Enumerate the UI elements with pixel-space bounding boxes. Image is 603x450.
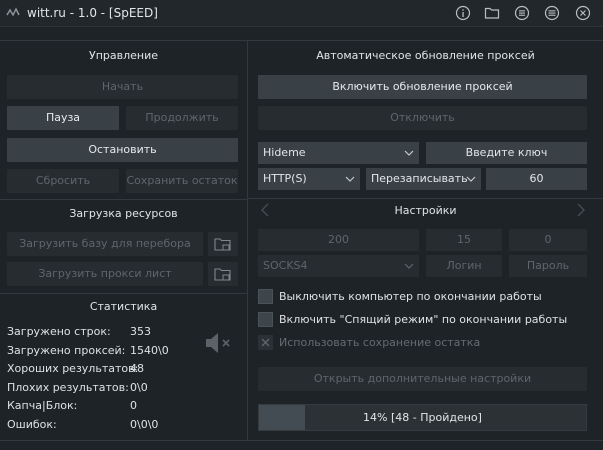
login-field[interactable]: Логин xyxy=(426,255,502,277)
proxy-type-value: HTTP(S) xyxy=(263,172,307,185)
stat-label: Плохих результатов: xyxy=(7,381,129,394)
shutdown-option[interactable]: Выключить компьютер по окончании работы xyxy=(258,288,578,306)
info-icon[interactable] xyxy=(455,5,471,21)
folder-icon xyxy=(214,268,231,281)
proxy-title: Автоматическое обновление проксей xyxy=(316,49,535,62)
divider xyxy=(0,40,603,41)
advanced-settings-button[interactable]: Открыть дополнительные настройки xyxy=(258,367,587,391)
stop-button[interactable]: Остановить xyxy=(7,138,238,162)
chevron-right-icon[interactable] xyxy=(576,203,586,217)
load-proxy-button[interactable]: Загрузить прокси лист xyxy=(7,262,203,286)
sleep-option[interactable]: Включить "Спящий режим" по окончании раб… xyxy=(258,311,578,329)
timeout-field[interactable]: 15 xyxy=(426,229,502,251)
reset-button[interactable]: Сбросить xyxy=(7,169,119,193)
threads-field[interactable]: 200 xyxy=(258,229,419,251)
shutdown-checkbox[interactable] xyxy=(258,289,273,304)
stats-title: Статистика xyxy=(89,300,158,313)
sleep-label: Включить "Спящий режим" по окончании раб… xyxy=(279,313,568,326)
open-proxy-button[interactable] xyxy=(208,262,238,286)
stat-value: 0\0\0 xyxy=(130,418,159,431)
start-button[interactable]: Начать xyxy=(7,75,238,99)
proxy-protocol-select[interactable]: SOCKS4 xyxy=(258,255,419,277)
pause-button[interactable]: Пауза xyxy=(7,106,119,130)
progress-bar: 14% [48 - Пройдено] xyxy=(258,404,587,431)
title-bar: witt.ru - 1.0 - [SpEED] xyxy=(0,0,603,27)
retries-field[interactable]: 0 xyxy=(509,229,587,251)
divider xyxy=(0,199,247,200)
folder-icon[interactable] xyxy=(484,5,500,21)
load-base-button[interactable]: Загрузить базу для перебора xyxy=(7,232,203,256)
stat-value: 1540\0 xyxy=(130,344,169,357)
list-icon[interactable] xyxy=(514,5,530,21)
enable-proxy-update-button[interactable]: Включить обновление проксей xyxy=(258,75,587,99)
password-field[interactable]: Пароль xyxy=(509,255,587,277)
proxy-source-select[interactable]: Hideme xyxy=(258,142,419,164)
stat-label: Загружено проксей: xyxy=(7,344,126,357)
shutdown-label: Выключить компьютер по окончании работы xyxy=(279,290,542,303)
settings-title: Настройки xyxy=(394,204,457,217)
close-icon[interactable] xyxy=(575,5,591,21)
proxy-type-select[interactable]: HTTP(S) xyxy=(258,168,360,190)
save-rest-label: Использовать сохранение остатка xyxy=(279,336,481,349)
resources-title: Загрузка ресурсов xyxy=(69,207,178,220)
speaker-muted-icon[interactable] xyxy=(204,331,234,355)
stat-value: 353 xyxy=(130,325,151,338)
chevron-down-icon xyxy=(466,176,476,182)
proxy-source-value: Hideme xyxy=(263,146,306,159)
chevron-down-icon xyxy=(404,263,414,269)
folder-icon xyxy=(214,238,231,251)
divider xyxy=(247,40,248,440)
stat-label: Ошибок: xyxy=(7,418,57,431)
stat-value: 48 xyxy=(130,362,144,375)
control-title: Управление xyxy=(88,49,158,62)
proxy-protocol-value: SOCKS4 xyxy=(263,259,308,272)
divider xyxy=(0,440,603,441)
chevron-down-icon xyxy=(345,176,355,182)
menu-icon[interactable] xyxy=(544,5,560,21)
progress-text: 14% [48 - Пройдено] xyxy=(363,411,482,424)
window-title: witt.ru - 1.0 - [SpEED] xyxy=(27,6,158,20)
divider xyxy=(0,293,247,294)
api-key-field[interactable]: Введите ключ xyxy=(426,142,587,164)
save-rest-checkbox[interactable] xyxy=(258,335,273,350)
check-icon xyxy=(261,338,270,347)
save-rest-option[interactable]: Использовать сохранение остатка xyxy=(258,334,578,352)
divider xyxy=(248,198,603,199)
stat-value: 0\0 xyxy=(130,381,148,394)
open-base-button[interactable] xyxy=(208,232,238,256)
update-interval-field[interactable]: 60 xyxy=(486,168,587,190)
sleep-checkbox[interactable] xyxy=(258,312,273,327)
resume-button[interactable]: Продолжить xyxy=(126,106,238,130)
disable-proxy-update-button[interactable]: Отключить xyxy=(258,106,587,130)
update-mode-value: Перезаписывать xyxy=(371,172,468,185)
stat-label: Загружено строк: xyxy=(7,325,111,338)
app-logo-icon xyxy=(6,7,20,17)
stat-value: 0 xyxy=(130,399,137,412)
chevron-down-icon xyxy=(404,150,414,156)
stat-label: Хороших результатов: xyxy=(7,362,139,375)
update-mode-select[interactable]: Перезаписывать xyxy=(366,168,481,190)
stat-label: Капча|Блок: xyxy=(7,399,78,412)
save-rest-button[interactable]: Сохранить остаток xyxy=(126,169,238,193)
